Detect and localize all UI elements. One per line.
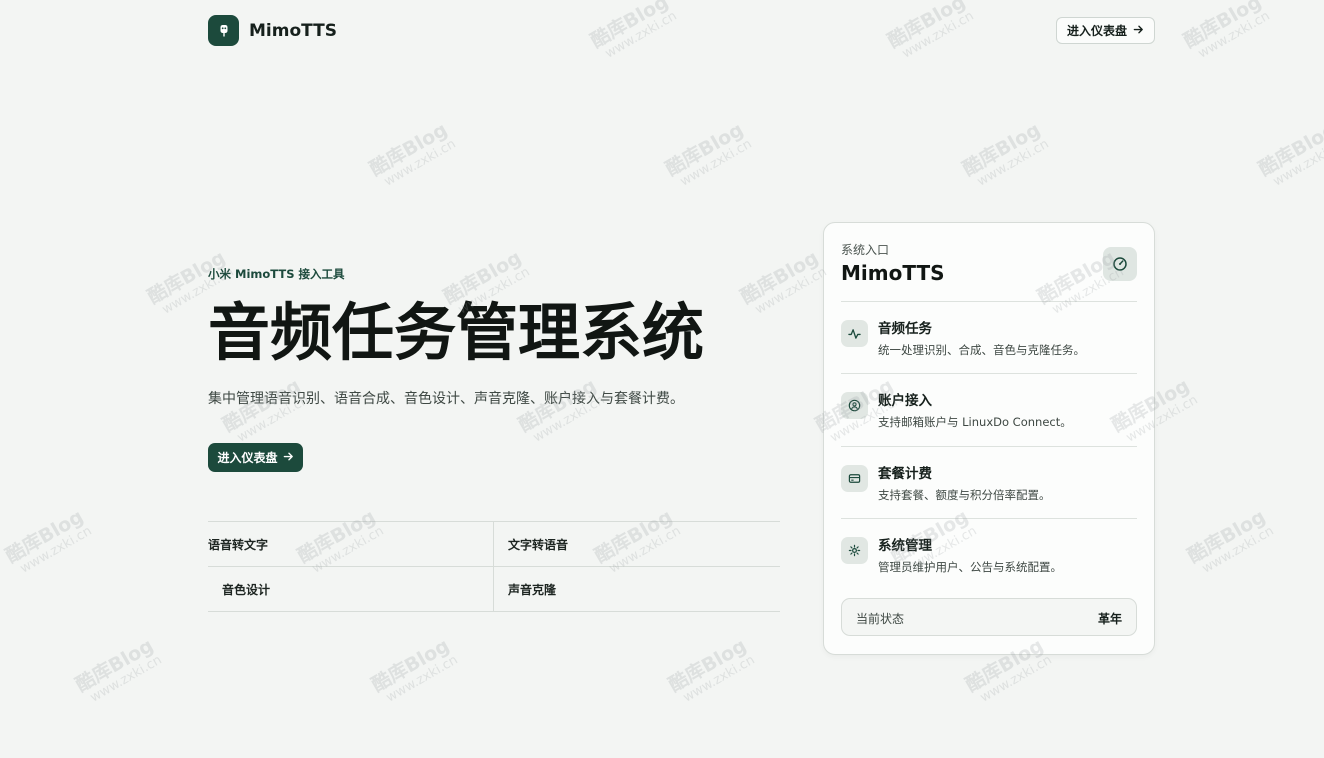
waveform-icon <box>841 320 868 347</box>
credit-card-icon <box>841 465 868 492</box>
arrow-right-icon <box>283 451 294 465</box>
card-item-title: 系统管理 <box>878 538 932 554</box>
card-item-desc: 统一处理识别、合成、音色与克隆任务。 <box>878 343 1085 357</box>
feature-voice-design: 音色设计 <box>208 567 494 611</box>
hero-subtitle: 集中管理语音识别、语音合成、音色设计、声音克隆、账户接入与套餐计费。 <box>208 391 684 407</box>
brand-name: MimoTTS <box>249 20 337 41</box>
watermark: 酷库Blog www.zxki.cn <box>737 246 830 318</box>
feature-voice-clone: 声音克隆 <box>508 582 557 597</box>
watermark: 酷库Blog www.zxki.cn <box>665 634 758 706</box>
watermark: 酷库Blog www.zxki.cn <box>72 634 165 706</box>
card-item-audio-tasks[interactable]: 音频任务 统一处理识别、合成、音色与克隆任务。 <box>841 317 1137 377</box>
watermark: 酷库Blog www.zxki.cn <box>219 374 312 446</box>
card-item-title: 账户接入 <box>878 393 932 409</box>
watermark: 酷库Blog www.zxki.cn <box>368 634 461 706</box>
card-title: MimoTTS <box>841 261 945 285</box>
brand[interactable]: MimoTTS <box>208 15 337 46</box>
cta-label: 进入仪表盘 <box>217 451 278 465</box>
dashboard-button-cta[interactable]: 进入仪表盘 <box>208 443 303 472</box>
feature-text-to-speech: 文字转语音 <box>508 537 569 552</box>
watermark: 酷库Blog www.zxki.cn <box>515 374 608 446</box>
card-label: 系统入口 <box>841 243 890 257</box>
status-label: 当前状态 <box>856 612 905 626</box>
card-item-account[interactable]: 账户接入 支持邮箱账户与 LinuxDo Connect。 <box>841 389 1137 449</box>
watermark: 酷库Blog www.zxki.cn <box>1184 505 1277 577</box>
card-item-desc: 支持套餐、额度与积分倍率配置。 <box>878 488 1051 502</box>
card-item-billing[interactable]: 套餐计费 支持套餐、额度与积分倍率配置。 <box>841 462 1137 522</box>
watermark: 酷库Blog www.zxki.cn <box>2 505 95 577</box>
watermark: 酷库Blog www.zxki.cn <box>1255 118 1324 190</box>
card-item-desc: 支持邮箱账户与 LinuxDo Connect。 <box>878 415 1072 429</box>
user-circle-icon <box>841 392 868 419</box>
gear-icon <box>841 537 868 564</box>
dashboard-button-label: 进入仪表盘 <box>1066 24 1127 38</box>
current-status: 当前状态 革年 <box>841 598 1137 636</box>
arrow-right-icon <box>1133 24 1144 38</box>
card-item-title: 音频任务 <box>878 321 932 337</box>
status-value: 革年 <box>1097 612 1122 626</box>
divider <box>841 446 1137 447</box>
hero-eyebrow: 小米 MimoTTS 接入工具 <box>208 267 345 281</box>
feature-row: 音色设计 声音克隆 <box>208 567 780 612</box>
card-item-desc: 管理员维护用户、公告与系统配置。 <box>878 560 1062 574</box>
dashboard-button-top[interactable]: 进入仪表盘 <box>1055 17 1155 44</box>
gauge-icon[interactable] <box>1103 247 1137 281</box>
card-item-system-admin[interactable]: 系统管理 管理员维护用户、公告与系统配置。 <box>841 534 1137 594</box>
watermark: 酷库Blog www.zxki.cn <box>1180 0 1273 62</box>
divider <box>841 301 1137 302</box>
card-item-title: 套餐计费 <box>878 466 932 482</box>
feature-row: 语音转文字 文字转语音 <box>208 522 780 567</box>
divider <box>841 373 1137 374</box>
top-header: MimoTTS 进入仪表盘 <box>208 14 1155 48</box>
feature-grid: 语音转文字 文字转语音 音色设计 声音克隆 <box>208 521 780 612</box>
feature-speech-to-text: 语音转文字 <box>208 522 494 566</box>
watermark: 酷库Blog www.zxki.cn <box>366 118 459 190</box>
hero-title: 音频任务管理系统 <box>208 296 705 369</box>
system-entry-card: 系统入口 MimoTTS 音频任务 统一处理识别、合成、音色与克隆任务。 账户接… <box>823 222 1155 655</box>
divider <box>841 518 1137 519</box>
watermark: 酷库Blog www.zxki.cn <box>959 118 1052 190</box>
watermark: 酷库Blog www.zxki.cn <box>662 118 755 190</box>
mic-icon <box>208 15 239 46</box>
